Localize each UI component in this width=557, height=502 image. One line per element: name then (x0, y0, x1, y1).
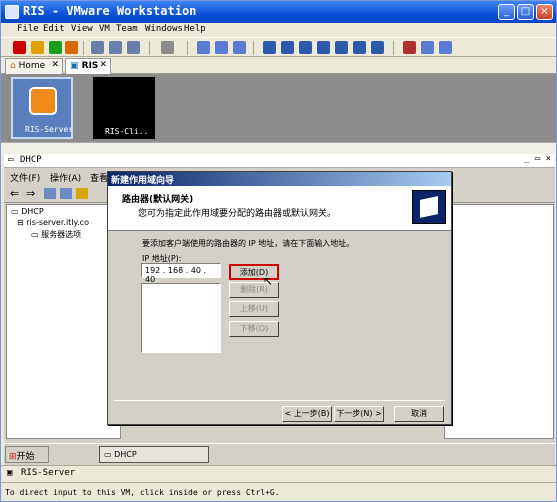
tab-ris-label: RIS (81, 61, 99, 71)
tab-ris[interactable]: ▣ RIS ✕ (65, 58, 111, 74)
mmc-title: DHCP (20, 155, 42, 165)
record-icon[interactable] (403, 41, 416, 54)
menu-windows[interactable]: Windows (145, 24, 183, 34)
close-tab-icon[interactable]: ✕ (51, 60, 59, 70)
cancel-button[interactable]: 取消 (394, 406, 444, 422)
vm-thumbnail-ris-client[interactable]: RIS-Cli.. (93, 77, 155, 139)
vmware-app-icon (5, 5, 19, 19)
tree-item-label: 服务器选项 (41, 230, 82, 239)
menu-view[interactable]: View (71, 24, 93, 34)
tab-home[interactable]: ⌂ Home ✕ (5, 58, 63, 74)
menu-team[interactable]: Team (116, 24, 138, 34)
tab-strip: ⌂ Home ✕ ▣ RIS ✕ (1, 57, 556, 74)
status-bar: ▣ RIS-Server (1, 465, 556, 482)
thumbnail-scrollbar[interactable] (1, 142, 556, 154)
reset-icon[interactable] (65, 41, 78, 54)
close-icon[interactable]: × (536, 4, 553, 20)
tree-item-server-options[interactable]: ▭ 服务器选项 (31, 229, 81, 240)
menu-help[interactable]: Help (184, 24, 206, 34)
quick-switch-icon[interactable] (299, 41, 312, 54)
start-button[interactable]: ⊞开始 (5, 446, 49, 463)
mouse-cursor-icon: ↖ (263, 274, 274, 288)
settings-icon[interactable] (439, 41, 452, 54)
minimize-icon[interactable]: _ (498, 4, 515, 20)
tree-item-server[interactable]: ⊟ ris-server.itly.co (17, 218, 89, 227)
mmc-window-controls-icon[interactable]: _ ▭ × (524, 154, 551, 164)
details-pane (444, 204, 554, 439)
fullscreen-icon[interactable] (281, 41, 294, 54)
back-button[interactable]: < 上一步(B) (282, 406, 332, 422)
mmc-menu-file[interactable]: 文件(F) (10, 171, 40, 184)
properties-icon[interactable] (60, 188, 72, 199)
title-bar: RIS - VMware Workstation _ □ × (1, 1, 556, 23)
power-off-icon[interactable] (13, 41, 26, 54)
summary-view-icon[interactable] (353, 41, 366, 54)
ip-address-input[interactable]: 192 . 168 . 40 . 40 (141, 263, 221, 284)
wizard-header: 路由器(默认网关) 您可为指定此作用域要分配的路由器或默认网关。 (108, 186, 451, 231)
menu-vm[interactable]: VM (99, 24, 110, 34)
wizard-subheading: 您可为指定此作用域要分配的路由器或默认网关。 (138, 209, 337, 219)
tree-item-label: ris-server.itly.co (26, 218, 89, 227)
wizard-heading: 路由器(默认网关) (122, 195, 194, 205)
taskbar-item-label: DHCP (114, 450, 137, 459)
vm-thumbnail-ris-server[interactable]: RIS-Server (11, 77, 73, 139)
unity-icon[interactable] (317, 41, 330, 54)
menu-bar: File Edit View VM Team Windows Help (1, 23, 556, 37)
vm-thumbnail-label: RIS-Cli.. (105, 127, 149, 136)
input-hint-bar: To direct input to this VM, click inside… (1, 482, 556, 501)
vmware-window: RIS - VMware Workstation _ □ × File Edit… (0, 0, 557, 502)
console-tree-icon[interactable] (44, 188, 56, 199)
capture-icon[interactable] (161, 41, 174, 54)
dhcp-icon: ▭ (8, 155, 14, 165)
tree-item-label: DHCP (21, 207, 44, 216)
menu-file[interactable]: File (17, 24, 39, 34)
vm-console[interactable]: ▭ DHCP _ ▭ × 文件(F) 操作(A) 查看 ⇐ ⇒ ▭ DHCP ⊟… (4, 154, 555, 465)
thumbnail-view-icon[interactable] (371, 41, 384, 54)
maximize-icon[interactable]: □ (517, 4, 534, 20)
suspend-icon[interactable] (31, 41, 44, 54)
wizard-instruction: 要添加客户端使用的路由器的 IP 地址，请在下面输入地址。 (142, 239, 355, 248)
power-on-icon[interactable] (49, 41, 62, 54)
window-title: RIS - VMware Workstation (23, 4, 197, 18)
share-icon[interactable] (233, 41, 246, 54)
console-view-icon[interactable] (335, 41, 348, 54)
new-scope-wizard-dialog: 新建作用域向导 路由器(默认网关) 您可为指定此作用域要分配的路由器或默认网关。… (107, 171, 452, 425)
start-button-label: 开始 (16, 452, 35, 462)
mmc-menu-action[interactable]: 操作(A) (50, 171, 81, 184)
input-hint-text: To direct input to this VM, click inside… (5, 488, 280, 497)
wizard-title: 新建作用域向导 (108, 172, 451, 186)
vm-thumbnail-label: RIS-Server (25, 125, 74, 134)
revert-icon[interactable] (109, 41, 122, 54)
wizard-divider (114, 400, 445, 401)
guest-taskbar: ⊞开始 ▭ DHCP (4, 443, 555, 465)
mmc-menu-view[interactable]: 查看 (90, 171, 108, 184)
taskbar-item-dhcp[interactable]: ▭ DHCP (99, 446, 209, 463)
clone-icon[interactable] (215, 41, 228, 54)
toolbar (1, 37, 556, 57)
close-tab-icon[interactable]: ✕ (99, 60, 107, 70)
tab-home-label: Home (18, 61, 46, 71)
next-button[interactable]: 下一步(N) > (334, 406, 384, 422)
sidebar-icon[interactable] (263, 41, 276, 54)
router-list[interactable] (141, 283, 221, 353)
back-icon[interactable]: ⇐ (10, 187, 19, 200)
vmware-logo-icon (29, 87, 57, 115)
tree-item-dhcp[interactable]: ▭ DHCP (11, 207, 44, 216)
move-up-button[interactable]: 上移(U) (229, 301, 279, 317)
replay-icon[interactable] (421, 41, 434, 54)
vm-thumbnail-strip: RIS-Server RIS-Cli.. (1, 74, 556, 142)
menu-edit[interactable]: Edit (43, 24, 65, 34)
vm-status-icon: ▣ (7, 468, 13, 478)
snapshot-manager-icon[interactable] (127, 41, 140, 54)
forward-icon[interactable]: ⇒ (26, 187, 35, 200)
console-tree: ▭ DHCP ⊟ ris-server.itly.co ▭ 服务器选项 (6, 204, 121, 439)
move-down-button[interactable]: 下移(O) (229, 321, 279, 337)
status-vm-name: RIS-Server (21, 468, 76, 478)
snapshot-icon[interactable] (91, 41, 104, 54)
wizard-folder-icon (412, 190, 446, 224)
mmc-title-bar: ▭ DHCP _ ▭ × (4, 154, 555, 168)
refresh-icon[interactable] (76, 188, 88, 199)
team-icon[interactable] (197, 41, 210, 54)
